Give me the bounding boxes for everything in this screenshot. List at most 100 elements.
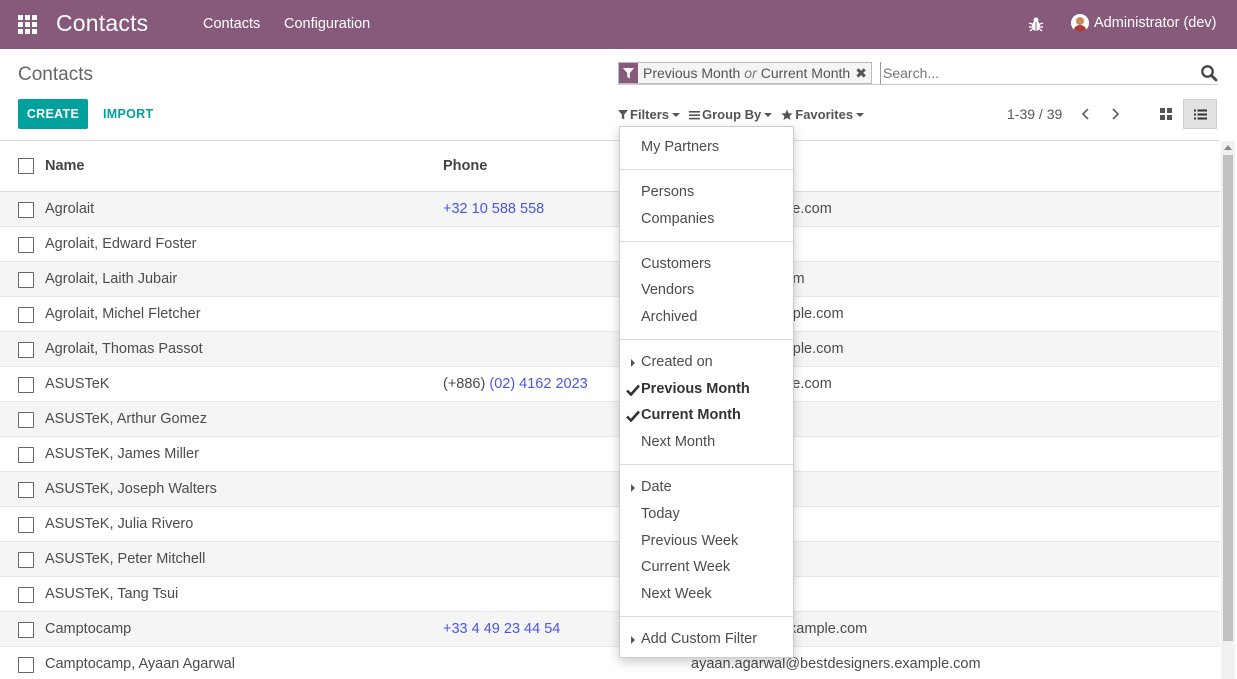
filter-funnel-icon xyxy=(619,63,638,83)
table-row[interactable]: Camptocamp, Ayaan Agarwal ayaan.agarwal@b… xyxy=(0,647,1220,679)
cell-name: Camptocamp, Ayaan Agarwal xyxy=(45,656,235,672)
top-navbar: Contacts Contacts Configuration Administ… xyxy=(0,0,1237,49)
kanban-view-button[interactable] xyxy=(1150,99,1182,129)
menu-contacts[interactable]: Contacts xyxy=(203,16,260,32)
phone-prefix: (+886) xyxy=(443,376,490,392)
avatar xyxy=(1071,14,1089,32)
create-button[interactable]: CREATE xyxy=(18,99,88,129)
table-row[interactable]: Camptocamp+33 4 49 23 44 54yourcompany.e… xyxy=(0,612,1220,647)
scrollbar-thumb[interactable] xyxy=(1223,155,1233,641)
caret-right-icon[interactable] xyxy=(631,484,635,492)
filter-option[interactable]: Date xyxy=(641,479,672,495)
filter-option[interactable]: Add Custom Filter xyxy=(641,631,757,647)
search-icon[interactable] xyxy=(1200,64,1218,82)
table-row[interactable]: ASUSTeK, Julia Rivero xyxy=(0,507,1220,542)
phone-link[interactable]: +33 4 49 23 44 54 xyxy=(443,621,560,637)
cell-name: Camptocamp xyxy=(45,621,132,637)
chevron-right-icon[interactable] xyxy=(1108,106,1122,122)
table-row[interactable]: Agrolait, Edward Fostere.com xyxy=(0,227,1220,262)
filter-option[interactable]: Archived xyxy=(641,309,697,325)
cell-phone: (+886) (02) 4162 2023 xyxy=(443,376,588,392)
cell-name: ASUSTeK, Peter Mitchell xyxy=(45,551,206,567)
filter-option[interactable]: Today xyxy=(641,506,680,522)
filter-option[interactable]: Current Month xyxy=(641,407,741,423)
cell-name: ASUSTeK xyxy=(45,376,110,392)
cell-phone: +33 4 49 23 44 54 xyxy=(443,621,560,637)
menu-configuration[interactable]: Configuration xyxy=(284,16,370,32)
dropdown-divider xyxy=(620,616,793,617)
filter-option[interactable]: Previous Month xyxy=(641,381,750,397)
row-checkbox[interactable] xyxy=(18,622,34,638)
table-row[interactable]: ASUSTeK, Joseph Walters@asustek.com xyxy=(0,472,1220,507)
select-all-checkbox[interactable] xyxy=(18,158,34,174)
table-row[interactable]: ASUSTeK, Peter Mitchell xyxy=(0,542,1220,577)
pager-value[interactable]: 1-39 / 39 xyxy=(1007,106,1062,122)
user-menu[interactable]: Administrator (dev) xyxy=(1071,14,1216,32)
row-checkbox[interactable] xyxy=(18,552,34,568)
row-checkbox[interactable] xyxy=(18,517,34,533)
phone-link[interactable]: +32 10 588 558 xyxy=(443,201,544,217)
user-name: Administrator (dev) xyxy=(1094,15,1217,31)
dropdown-divider xyxy=(620,241,793,242)
row-checkbox[interactable] xyxy=(18,342,34,358)
list-view-button[interactable] xyxy=(1183,99,1217,129)
import-button[interactable]: IMPORT xyxy=(103,107,153,121)
table-row[interactable]: ASUSTeK, James Miller xyxy=(0,437,1220,472)
search-input[interactable] xyxy=(880,62,1190,84)
filter-option[interactable]: Customers xyxy=(641,256,711,272)
cell-name: ASUSTeK, Julia Rivero xyxy=(45,516,194,532)
row-checkbox[interactable] xyxy=(18,447,34,463)
row-checkbox[interactable] xyxy=(18,657,34,673)
column-header-phone[interactable]: Phone xyxy=(443,158,487,174)
filter-option[interactable]: Persons xyxy=(641,184,694,200)
column-header-name[interactable]: Name xyxy=(45,158,85,174)
table-row[interactable]: Agrolait, Thomas Passot@agrolait.example… xyxy=(0,332,1220,367)
favorites-button[interactable]: Favorites xyxy=(781,107,865,122)
cell-email: ayaan.agarwal@bestdesigners.example.com xyxy=(691,656,981,672)
table-row[interactable]: ASUSTeK, Tang Tsuicom xyxy=(0,577,1220,612)
table-row[interactable]: ASUSTeK, Arthur Gomez xyxy=(0,402,1220,437)
table-header: Name Phone xyxy=(0,141,1220,192)
groupby-button[interactable]: Group By xyxy=(689,107,773,122)
filters-button[interactable]: Filters xyxy=(618,107,681,122)
row-checkbox[interactable] xyxy=(18,202,34,218)
scrollbar[interactable] xyxy=(1221,141,1235,679)
table-row[interactable]: Agrolait, Michel Fletcher@agrolait.examp… xyxy=(0,297,1220,332)
table-row[interactable]: Agrolait+32 10 588 558ompany.example.com xyxy=(0,192,1220,227)
cell-name: Agrolait, Thomas Passot xyxy=(45,341,203,357)
scroll-up-arrow-icon[interactable] xyxy=(1224,145,1232,150)
bars-icon xyxy=(689,110,701,119)
filter-option[interactable]: Companies xyxy=(641,211,714,227)
facet-remove-icon[interactable]: ✖ xyxy=(855,63,871,83)
cell-name: ASUSTeK, Arthur Gomez xyxy=(45,411,207,427)
row-checkbox[interactable] xyxy=(18,587,34,603)
caret-right-icon[interactable] xyxy=(631,636,635,644)
filter-option[interactable]: Vendors xyxy=(641,282,694,298)
phone-link[interactable]: (02) 4162 2023 xyxy=(489,376,587,392)
chevron-left-icon[interactable] xyxy=(1079,106,1093,122)
cell-name: Agrolait, Michel Fletcher xyxy=(45,306,201,322)
table-row[interactable]: Agrolait, Laith Jubairelor.example.com xyxy=(0,262,1220,297)
filter-option[interactable]: My Partners xyxy=(641,139,719,155)
filter-option[interactable]: Previous Week xyxy=(641,533,738,549)
row-checkbox[interactable] xyxy=(18,377,34,393)
row-checkbox[interactable] xyxy=(18,272,34,288)
caret-right-icon[interactable] xyxy=(631,359,635,367)
cell-name: ASUSTeK, James Miller xyxy=(45,446,199,462)
check-icon xyxy=(626,410,640,422)
row-checkbox[interactable] xyxy=(18,237,34,253)
filter-option[interactable]: Next Week xyxy=(641,586,712,602)
debug-bug-icon[interactable] xyxy=(1028,15,1044,33)
dropdown-divider xyxy=(620,339,793,340)
filter-option[interactable]: Current Week xyxy=(641,559,730,575)
row-checkbox[interactable] xyxy=(18,307,34,323)
cell-phone: +32 10 588 558 xyxy=(443,201,544,217)
apps-menu-icon[interactable] xyxy=(18,15,38,34)
table-row[interactable]: ASUSTeK(+886) (02) 4162 2023ompany.examp… xyxy=(0,367,1220,402)
grid-icon xyxy=(1160,108,1172,120)
row-checkbox[interactable] xyxy=(18,482,34,498)
filter-option[interactable]: Created on xyxy=(641,354,713,370)
filter-option[interactable]: Next Month xyxy=(641,434,715,450)
favorites-label: Favorites xyxy=(795,107,854,122)
row-checkbox[interactable] xyxy=(18,412,34,428)
